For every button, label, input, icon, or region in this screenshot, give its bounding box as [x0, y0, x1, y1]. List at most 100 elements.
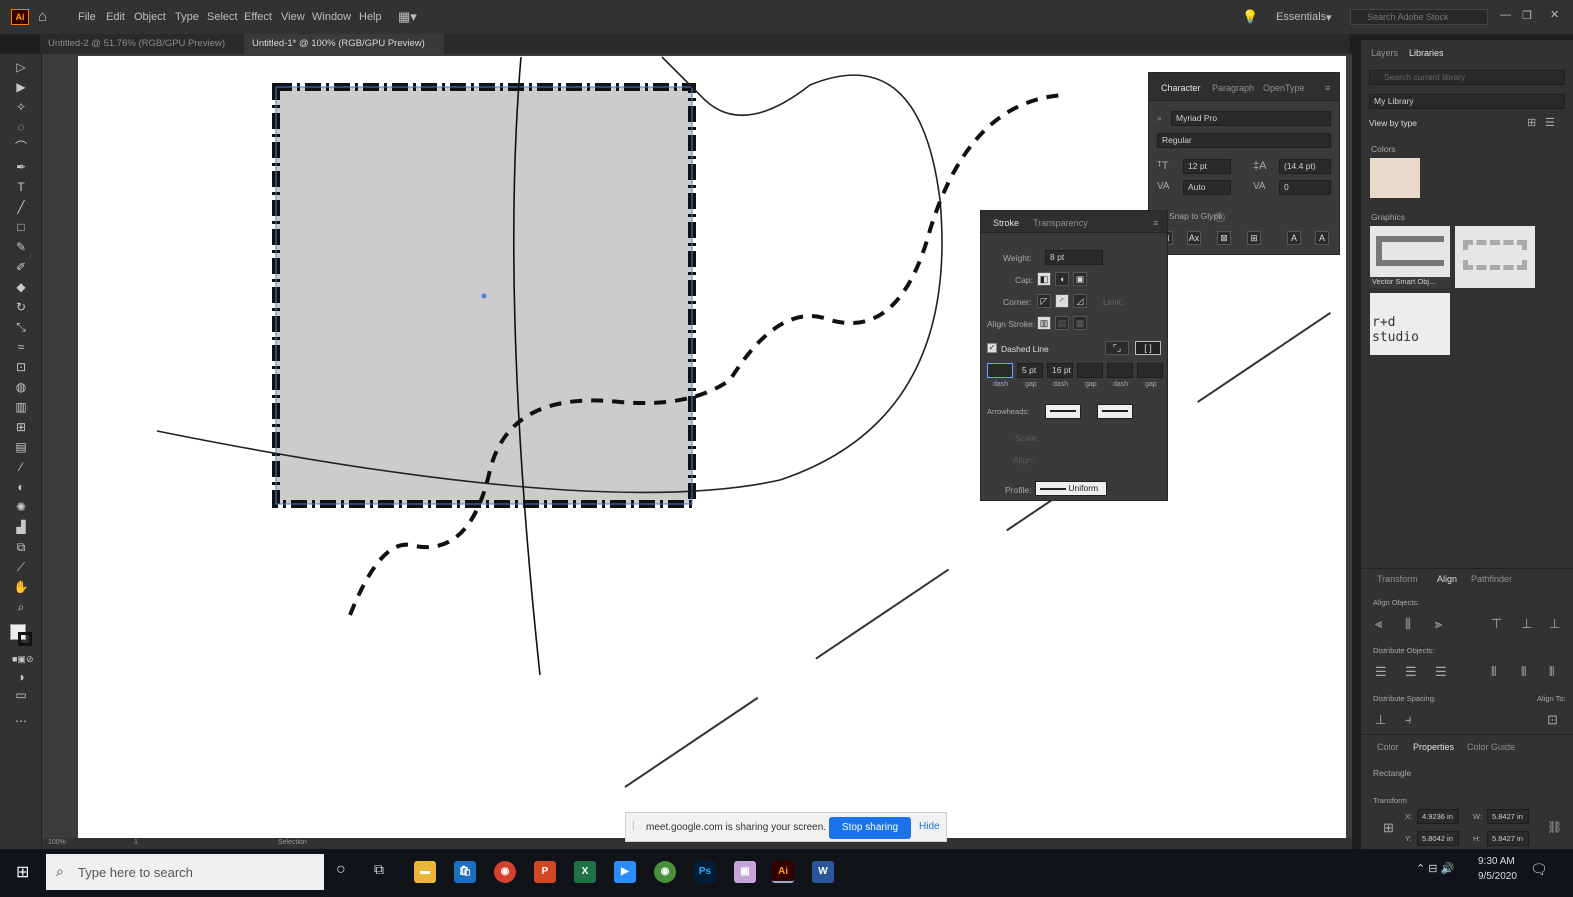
tab-libraries[interactable]: Libraries [1409, 48, 1444, 58]
projecting-cap-icon[interactable]: ▣ [1073, 272, 1087, 286]
library-search-input[interactable]: Search current library [1369, 70, 1565, 85]
graphic-thumbnail-2[interactable] [1455, 226, 1535, 288]
font-size-field[interactable]: 12 pt [1183, 159, 1231, 174]
distribute-vspace-icon[interactable]: ⊥ [1375, 712, 1386, 728]
gap-1-field[interactable]: 5 pt [1017, 363, 1043, 378]
tracking-field[interactable]: 0 [1279, 180, 1331, 195]
snap-angular-icon[interactable]: A [1287, 231, 1301, 245]
font-style-field[interactable]: Regular [1157, 133, 1331, 148]
snap-proximity-icon[interactable]: ⊞ [1247, 231, 1261, 245]
powerpoint-icon[interactable]: P [534, 861, 556, 883]
store-icon[interactable]: 🛍 [454, 861, 476, 883]
panel-menu-icon[interactable]: ≡ [1153, 218, 1158, 228]
grid-view-icon[interactable]: ⊞ [1527, 116, 1536, 129]
align-to-selection-icon[interactable]: ⊡ [1547, 712, 1558, 728]
clock-time[interactable]: 9:30 AM [1478, 856, 1515, 867]
end-arrowhead-select[interactable] [1097, 404, 1133, 419]
preserve-dash-icon[interactable]: ⌜⌟ [1105, 341, 1129, 355]
stroke-weight-field[interactable]: 8 pt [1045, 250, 1103, 265]
tab-paragraph[interactable]: Paragraph [1212, 83, 1254, 93]
reference-point-icon[interactable]: ⊞ [1383, 820, 1394, 836]
task-view-icon[interactable]: ⧉ [374, 861, 384, 878]
tab-transform[interactable]: Transform [1377, 574, 1418, 584]
x-field[interactable]: 4.9236 in [1417, 809, 1459, 824]
tab-transparency[interactable]: Transparency [1033, 218, 1088, 228]
align-right-icon[interactable]: ⫸ [1435, 616, 1442, 632]
gap-2-field[interactable] [1077, 363, 1103, 378]
view-by-type[interactable]: View by type [1369, 118, 1417, 128]
photos-icon[interactable]: ▣ [734, 861, 756, 883]
y-field[interactable]: 5.8042 in [1417, 831, 1459, 846]
tab-opentype[interactable]: OpenType [1263, 83, 1305, 93]
distribute-hcenter-icon[interactable]: ⫴ [1521, 664, 1526, 680]
dash-2-field[interactable]: 16 pt [1047, 363, 1073, 378]
drag-handle-icon[interactable]: ⁞ [632, 821, 635, 832]
photoshop-icon[interactable]: Ps [694, 861, 716, 883]
align-center-icon[interactable]: ▥ [1037, 316, 1051, 330]
round-cap-icon[interactable]: ◖ [1055, 272, 1069, 286]
taskbar-search[interactable]: ⌕ Type here to search [46, 854, 324, 890]
color-swatch[interactable] [1370, 158, 1420, 198]
hide-button[interactable]: Hide [919, 821, 940, 832]
snap-bounds-icon[interactable]: ⊠ [1217, 231, 1231, 245]
miter-join-icon[interactable]: ◸ [1037, 294, 1051, 308]
align-hcenter-icon[interactable]: ⫼ [1405, 616, 1411, 632]
tab-stroke[interactable]: Stroke [993, 218, 1019, 228]
chrome-icon[interactable]: ◉ [494, 861, 516, 883]
zoom-level[interactable]: 100% [48, 839, 66, 846]
snap-xheight-icon[interactable]: Ax [1187, 231, 1201, 245]
dash-3-field[interactable] [1107, 363, 1133, 378]
system-tray-icons[interactable]: ⌃ ⊟ 🔊 [1416, 862, 1454, 875]
chrome-profile-icon[interactable]: ◉ [654, 861, 676, 883]
word-icon[interactable]: W [812, 861, 834, 883]
file-explorer-icon[interactable]: ▬ [414, 861, 436, 883]
panel-menu-icon[interactable]: ≡ [1325, 83, 1330, 93]
cortana-icon[interactable]: ○ [336, 861, 346, 879]
butt-cap-icon[interactable]: ◧ [1037, 272, 1051, 286]
tab-color[interactable]: Color [1377, 742, 1399, 752]
excel-icon[interactable]: X [574, 861, 596, 883]
leading-field[interactable]: (14.4 pt) [1279, 159, 1331, 174]
current-tool[interactable]: Selection [278, 839, 307, 846]
profile-select[interactable]: Uniform [1035, 481, 1107, 496]
distribute-vcenter-icon[interactable]: ☰ [1405, 664, 1417, 680]
snap-anchor-icon[interactable]: A [1315, 231, 1329, 245]
kerning-field[interactable]: Auto [1183, 180, 1231, 195]
library-select[interactable]: My Library [1369, 94, 1565, 109]
tab-properties[interactable]: Properties [1413, 742, 1454, 752]
windows-start-icon[interactable]: ⊞ [16, 862, 29, 882]
distribute-top-icon[interactable]: ☰ [1375, 664, 1387, 680]
zoom-icon[interactable]: ▶ [614, 861, 636, 883]
align-dash-corners-icon[interactable]: [ ] [1135, 341, 1161, 355]
tab-character[interactable]: Character [1161, 83, 1201, 93]
list-view-icon[interactable]: ☰ [1545, 116, 1555, 129]
tab-align[interactable]: Align [1437, 574, 1457, 584]
align-bottom-icon[interactable]: ⊥ [1549, 616, 1560, 632]
align-left-icon[interactable]: ⫷ [1375, 616, 1382, 632]
distribute-bottom-icon[interactable]: ☰ [1435, 664, 1447, 680]
tab-pathfinder[interactable]: Pathfinder [1471, 574, 1512, 584]
dash-1-field[interactable] [987, 363, 1013, 378]
w-field[interactable]: 5.8427 in [1487, 809, 1529, 824]
h-field[interactable]: 5.8427 in [1487, 831, 1529, 846]
distribute-right-icon[interactable]: ⫴ [1549, 664, 1554, 680]
tab-color-guide[interactable]: Color Guide [1467, 742, 1515, 752]
stop-sharing-button[interactable]: Stop sharing [829, 817, 911, 839]
start-arrowhead-select[interactable] [1045, 404, 1081, 419]
dashed-line-checkbox[interactable]: ✓ [987, 343, 997, 353]
align-top-icon[interactable]: ⊤ [1491, 616, 1502, 632]
illustrator-taskbar-icon[interactable]: Ai [772, 861, 794, 883]
gap-3-field[interactable] [1137, 363, 1163, 378]
round-join-icon[interactable]: ◜ [1055, 294, 1069, 308]
align-outside-icon[interactable]: ▦ [1073, 316, 1087, 330]
align-vcenter-icon[interactable]: ⊥ [1521, 616, 1532, 632]
graphic-thumbnail-3[interactable]: r+d studio [1370, 293, 1450, 355]
artboard-number[interactable]: 1 [134, 839, 138, 846]
font-family-field[interactable]: Myriad Pro [1171, 111, 1331, 126]
tab-layers[interactable]: Layers [1371, 48, 1398, 58]
graphic-thumbnail-1[interactable]: Vector Smart Obj... [1370, 226, 1450, 288]
constrain-proportions-icon[interactable]: ⛓ [1547, 820, 1562, 834]
align-inside-icon[interactable]: ▤ [1055, 316, 1069, 330]
clock-date[interactable]: 9/5/2020 [1478, 871, 1517, 882]
bevel-join-icon[interactable]: ◿ [1073, 294, 1087, 308]
